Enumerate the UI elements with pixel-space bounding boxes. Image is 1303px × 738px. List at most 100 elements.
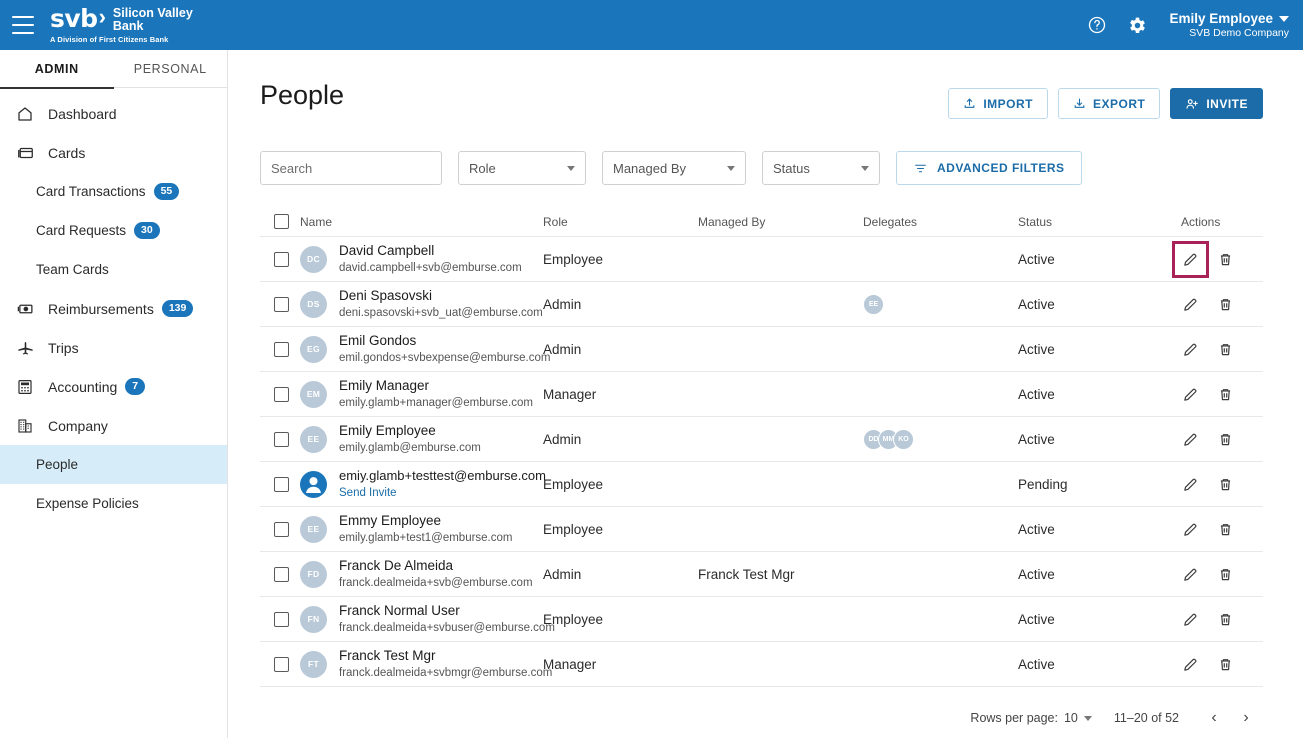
table-row[interactable]: EM Emily Manager emily.glamb+manager@embur… — [260, 372, 1263, 417]
sidebar-item-label: Trips — [48, 339, 79, 356]
row-select-cell — [260, 386, 300, 402]
search-input[interactable] — [271, 160, 447, 176]
role-filter-label: Role — [469, 160, 496, 176]
sidebar-item-company[interactable]: Company — [0, 406, 227, 445]
delete-icon[interactable] — [1216, 655, 1235, 674]
delete-icon[interactable] — [1216, 385, 1235, 404]
row-checkbox[interactable] — [274, 251, 289, 267]
user-menu[interactable]: Emily Employee SVB Demo Company — [1169, 11, 1289, 39]
avatar: DS — [300, 290, 327, 318]
column-header-role: Role — [543, 214, 568, 229]
import-button[interactable]: IMPORT — [948, 88, 1048, 119]
table-row[interactable]: EE Emmy Employee emily.glamb+test1@emburse… — [260, 507, 1263, 552]
table-row[interactable]: DC David Campbell david.campbell+svb@embur… — [260, 237, 1263, 282]
help-circle-icon[interactable] — [1085, 13, 1109, 37]
edit-icon[interactable] — [1181, 565, 1200, 584]
delete-icon[interactable] — [1216, 520, 1235, 539]
edit-icon[interactable] — [1181, 655, 1200, 674]
edit-icon[interactable] — [1172, 240, 1209, 278]
delete-icon[interactable] — [1216, 565, 1235, 584]
row-checkbox[interactable] — [274, 476, 289, 492]
row-checkbox[interactable] — [274, 566, 289, 582]
logo-tagline: A Division of First Citizens Bank — [50, 35, 169, 45]
managed-by-cell: Franck Test Mgr — [698, 566, 795, 582]
import-button-label: IMPORT — [983, 96, 1033, 111]
gear-icon[interactable] — [1125, 13, 1149, 37]
row-checkbox[interactable] — [274, 386, 289, 402]
row-email: deni.spasovski+svb_uat@emburse.com — [339, 307, 543, 320]
table-row[interactable]: FT Franck Test Mgr franck.dealmeida+svbmgr… — [260, 642, 1263, 687]
name-cell: DS Deni Spasovski deni.spasovski+svb_uat@e… — [300, 287, 543, 321]
avatar: FD — [300, 560, 327, 588]
select-all-checkbox[interactable] — [274, 214, 289, 229]
edit-icon[interactable] — [1181, 475, 1200, 494]
table-row[interactable]: EG Emil Gondos emil.gondos+svbexpense@embu… — [260, 327, 1263, 372]
search-box[interactable] — [260, 151, 447, 185]
export-button[interactable]: EXPORT — [1057, 88, 1161, 119]
managed-by-filter-label: Managed By — [613, 160, 686, 176]
row-checkbox[interactable] — [274, 611, 289, 627]
sidebar-item-card-transactions[interactable]: Card Transactions 55 — [0, 172, 227, 211]
edit-icon[interactable] — [1181, 340, 1200, 359]
sidebar-item-dashboard[interactable]: Dashboard — [0, 94, 227, 133]
row-select-cell — [260, 611, 300, 627]
edit-icon[interactable] — [1181, 520, 1200, 539]
role-filter-dropdown[interactable]: Role — [458, 151, 586, 185]
svb-logo[interactable]: svb › Silicon Valley Bank A Division of … — [50, 5, 193, 45]
row-checkbox[interactable] — [274, 521, 289, 537]
row-email: david.campbell+svb@emburse.com — [339, 262, 522, 275]
table-row[interactable]: FN Franck Normal User franck.dealmeida+svb… — [260, 597, 1263, 642]
chevron-right-icon[interactable]: › — [1233, 705, 1259, 731]
filter-bar: Role Managed By Status ADVANCED FILTERS — [260, 151, 1263, 185]
row-email: emil.gondos+svbexpense@emburse.com — [339, 352, 551, 365]
sidebar-item-trips[interactable]: Trips — [0, 328, 227, 367]
edit-icon[interactable] — [1181, 430, 1200, 449]
status-filter-dropdown[interactable]: Status — [762, 151, 880, 185]
sidebar-item-cards[interactable]: Cards — [0, 133, 227, 172]
column-header-name: Name — [300, 214, 333, 229]
sidebar-item-label: Cards — [48, 144, 86, 161]
avatar: DC — [300, 245, 327, 273]
send-invite-link[interactable]: Send Invite — [339, 485, 535, 501]
chevron-left-icon[interactable]: ‹ — [1201, 705, 1227, 731]
sidebar-item-team-cards[interactable]: Team Cards — [0, 250, 227, 289]
chevron-down-icon — [727, 165, 735, 171]
advanced-filters-button[interactable]: ADVANCED FILTERS — [896, 151, 1082, 185]
delete-icon[interactable] — [1216, 430, 1235, 449]
sidebar-item-expense-policies[interactable]: Expense Policies — [0, 484, 227, 523]
sidebar-item-accounting[interactable]: Accounting 7 — [0, 367, 227, 406]
tab-personal[interactable]: PERSONAL — [114, 50, 228, 88]
invite-button[interactable]: INVITE — [1170, 88, 1263, 119]
row-checkbox[interactable] — [274, 431, 289, 447]
row-checkbox[interactable] — [274, 656, 289, 672]
user-name-label: Emily Employee — [1169, 11, 1273, 26]
tab-admin[interactable]: ADMIN — [0, 50, 114, 89]
menu-toggle-icon[interactable] — [12, 16, 34, 34]
table-row[interactable]: FD Franck De Almeida franck.dealmeida+svb@… — [260, 552, 1263, 597]
edit-icon[interactable] — [1181, 295, 1200, 314]
row-checkbox[interactable] — [274, 296, 289, 312]
delete-icon[interactable] — [1216, 475, 1235, 494]
sidebar-item-reimbursements[interactable]: Reimbursements 139 — [0, 289, 227, 328]
delete-icon[interactable] — [1216, 610, 1235, 629]
app-root: svb › Silicon Valley Bank A Division of … — [0, 0, 1303, 738]
chevron-down-icon — [567, 165, 575, 171]
table-row[interactable]: emiy.glamb+testtest@emburse.com Send Invi… — [260, 462, 1263, 507]
delete-icon[interactable] — [1216, 340, 1235, 359]
table-row[interactable]: EE Emily Employee emily.glamb@emburse.com A… — [260, 417, 1263, 462]
body: ADMIN PERSONAL Dashboard Cards Card Transa… — [0, 50, 1303, 738]
edit-icon[interactable] — [1181, 385, 1200, 404]
rows-per-page-control[interactable]: Rows per page: 10 — [970, 711, 1092, 725]
role-cell: Employee — [543, 521, 604, 537]
managed-by-filter-dropdown[interactable]: Managed By — [602, 151, 746, 185]
delete-icon[interactable] — [1216, 250, 1235, 269]
sidebar-item-people[interactable]: People — [0, 445, 227, 484]
edit-icon[interactable] — [1181, 610, 1200, 629]
delegate-avatar: KO — [893, 428, 914, 450]
table-row[interactable]: DS Deni Spasovski deni.spasovski+svb_uat@e… — [260, 282, 1263, 327]
row-checkbox[interactable] — [274, 341, 289, 357]
sidebar-item-card-requests[interactable]: Card Requests 30 — [0, 211, 227, 250]
actions-cell — [1181, 385, 1263, 404]
delete-icon[interactable] — [1216, 295, 1235, 314]
delegate-avatars: DD MM KO — [863, 428, 1010, 450]
